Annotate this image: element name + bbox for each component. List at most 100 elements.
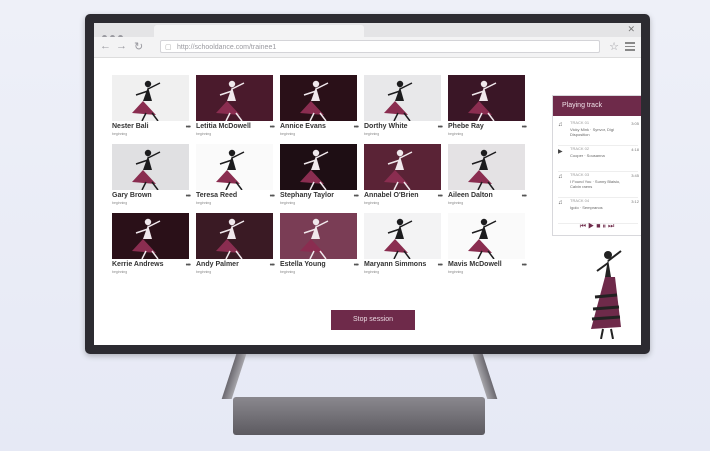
track-title: Igolo · Sempranos xyxy=(570,205,603,210)
more-options-icon[interactable]: ••• xyxy=(354,124,359,131)
student-level: beginning xyxy=(196,270,212,274)
student-photo[interactable] xyxy=(112,213,189,259)
hamburger-menu-icon[interactable] xyxy=(625,42,635,53)
student-photo[interactable] xyxy=(364,213,441,259)
more-options-icon[interactable]: ••• xyxy=(186,193,191,200)
student-name: Teresa Reed xyxy=(196,192,238,199)
student-card[interactable]: Annice Evans beginning ••• xyxy=(280,75,359,136)
back-icon[interactable]: ← xyxy=(100,40,111,52)
more-options-icon[interactable]: ••• xyxy=(270,124,275,131)
more-options-icon[interactable]: ••• xyxy=(438,262,443,269)
bookmark-star-icon[interactable]: ☆ xyxy=(609,40,619,53)
student-name: Andy Palmer xyxy=(196,261,239,268)
student-level: beginning xyxy=(280,270,296,274)
monitor: ✕ ← → ↻ ▢ http://schooldance.com/trainee… xyxy=(85,14,650,354)
student-card[interactable]: Teresa Reed beginning ••• xyxy=(196,144,275,205)
track-title: Vicky Mink · Synvor, Digi Disposition xyxy=(570,127,614,137)
reload-icon[interactable]: ↻ xyxy=(134,40,143,53)
student-level: beginning xyxy=(280,201,296,205)
student-card[interactable]: Gary Brown beginning ••• xyxy=(112,144,191,205)
student-card[interactable]: Phebe Ray beginning ••• xyxy=(448,75,527,136)
student-level: beginning xyxy=(280,132,296,136)
student-level: beginning xyxy=(112,270,128,274)
playlist-panel: Playing track ♫ TRACK 01 Vicky Mink · Synv… xyxy=(552,95,641,236)
more-options-icon[interactable]: ••• xyxy=(186,262,191,269)
more-options-icon[interactable]: ••• xyxy=(270,262,275,269)
track-number: TRACK 03 xyxy=(570,172,590,177)
student-level: beginning xyxy=(112,201,128,205)
more-options-icon[interactable]: ••• xyxy=(438,193,443,200)
student-level: beginning xyxy=(448,270,464,274)
track-number: TRACK 02 xyxy=(570,146,590,151)
more-options-icon[interactable]: ••• xyxy=(270,193,275,200)
browser-window: ✕ ← → ↻ ▢ http://schooldance.com/trainee… xyxy=(94,23,641,345)
more-options-icon[interactable]: ••• xyxy=(438,124,443,131)
student-card[interactable]: Annabel O'Brien beginning ••• xyxy=(364,144,443,205)
student-level: beginning xyxy=(448,132,464,136)
playlist-track[interactable]: ♫ TRACK 01 Vicky Mink · Synvor, Digi Dispo… xyxy=(553,118,641,146)
student-name: Dorthy White xyxy=(364,123,408,130)
student-card[interactable]: Aileen Dalton beginning ••• xyxy=(448,144,527,205)
student-photo[interactable] xyxy=(280,75,357,121)
more-options-icon[interactable]: ••• xyxy=(354,193,359,200)
page-icon: ▢ xyxy=(165,44,172,51)
stop-session-button[interactable]: Stop session xyxy=(331,310,415,330)
more-options-icon[interactable]: ••• xyxy=(522,193,527,200)
student-level: beginning xyxy=(364,132,380,136)
student-name: Kerrie Andrews xyxy=(112,261,164,268)
address-bar[interactable]: ▢ http://schooldance.com/trainee1 xyxy=(160,40,600,53)
student-photo[interactable] xyxy=(112,144,189,190)
next-icon[interactable]: ⏭ xyxy=(608,223,616,230)
track-number: TRACK 04 xyxy=(570,198,590,203)
student-photo[interactable] xyxy=(364,75,441,121)
music-note-icon: ♫ xyxy=(558,174,563,180)
playlist-track[interactable]: ♫ TRACK 04 Igolo · Sempranos 3:12 xyxy=(553,196,641,224)
track-title: Cooper · Sousanna xyxy=(570,153,605,158)
student-card[interactable]: Andy Palmer beginning ••• xyxy=(196,213,275,274)
more-options-icon[interactable]: ••• xyxy=(186,124,191,131)
student-photo[interactable] xyxy=(280,213,357,259)
student-card[interactable]: Dorthy White beginning ••• xyxy=(364,75,443,136)
student-photo[interactable] xyxy=(448,144,525,190)
forward-icon[interactable]: → xyxy=(116,40,127,52)
student-card[interactable]: Maryann Simmons beginning ••• xyxy=(364,213,443,274)
student-photo[interactable] xyxy=(448,75,525,121)
play-icon[interactable]: ▶ xyxy=(588,223,596,230)
student-name: Annice Evans xyxy=(280,123,326,130)
student-photo[interactable] xyxy=(196,144,273,190)
student-level: beginning xyxy=(196,132,212,136)
student-level: beginning xyxy=(448,201,464,205)
student-photo[interactable] xyxy=(196,213,273,259)
play-icon: ▶ xyxy=(558,149,563,155)
track-duration: 4:18 xyxy=(631,147,639,152)
student-name: Aileen Dalton xyxy=(448,192,493,199)
student-card[interactable]: Nester Bali beginning ••• xyxy=(112,75,191,136)
student-level: beginning xyxy=(364,201,380,205)
stand-right xyxy=(472,354,498,399)
browser-toolbar: ← → ↻ ▢ http://schooldance.com/trainee1 … xyxy=(94,37,641,58)
close-window-icon[interactable]: ✕ xyxy=(627,24,635,35)
stand-left xyxy=(221,354,247,399)
previous-icon[interactable]: ⏮ xyxy=(580,223,588,230)
student-photo[interactable] xyxy=(112,75,189,121)
student-name: Estella Young xyxy=(280,261,326,268)
more-options-icon[interactable]: ••• xyxy=(522,262,527,269)
student-card[interactable]: Letitia McDowell beginning ••• xyxy=(196,75,275,136)
student-photo[interactable] xyxy=(364,144,441,190)
browser-tab[interactable] xyxy=(154,25,364,37)
track-title: I Found You · Sunny Blaisio, Calvin raen… xyxy=(570,179,621,189)
stand-base xyxy=(233,397,485,435)
track-number: TRACK 01 xyxy=(570,120,590,125)
playlist-track[interactable]: ♫ TRACK 03 I Found You · Sunny Blaisio, Ca… xyxy=(553,170,641,198)
more-options-icon[interactable]: ••• xyxy=(354,262,359,269)
student-photo[interactable] xyxy=(196,75,273,121)
student-card[interactable]: Estella Young beginning ••• xyxy=(280,213,359,274)
more-options-icon[interactable]: ••• xyxy=(522,124,527,131)
student-card[interactable]: Kerrie Andrews beginning ••• xyxy=(112,213,191,274)
playlist-track[interactable]: ▶ TRACK 02 Cooper · Sousanna 4:18 xyxy=(553,144,641,172)
student-photo[interactable] xyxy=(280,144,357,190)
player-controls: ⏮▶■⏸⏭ xyxy=(553,223,641,231)
student-card[interactable]: Mavis McDowell beginning ••• xyxy=(448,213,527,274)
student-photo[interactable] xyxy=(448,213,525,259)
student-card[interactable]: Stephany Taylor beginning ••• xyxy=(280,144,359,205)
